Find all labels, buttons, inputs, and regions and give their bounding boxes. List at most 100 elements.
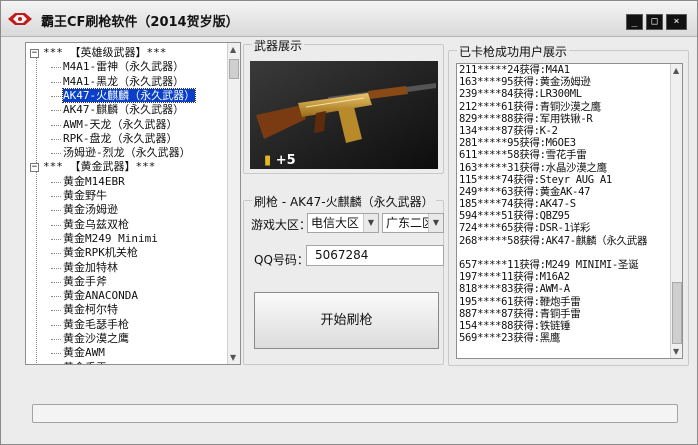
weapon-image: ▮ +5 [250,61,438,169]
chevron-down-icon[interactable]: ▼ [363,214,378,232]
log-scroll-thumb[interactable] [672,282,682,344]
collapse-icon[interactable]: − [30,163,39,173]
log-scrollbar[interactable]: ▲ ▼ [670,64,682,358]
log-line: 195****61获得:鞭炮手雷 [459,295,581,308]
scroll-down-icon[interactable]: ▼ [230,353,236,362]
log-line: 611*****58获得:雪花手雷 [459,149,587,162]
chevron-down-icon[interactable]: ▼ [428,214,443,232]
tree-item[interactable]: M4A1-雷神（永久武器） [50,60,185,74]
tree-item[interactable]: AWM-天龙（永久武器） [51,118,178,132]
tree-item-label: 黄金加特林 [63,260,118,274]
tree-item[interactable]: M4A1-黑龙（永久武器） [50,74,185,89]
tree-item[interactable]: 汤姆逊-烈龙（永久武器） [51,146,191,160]
weapon-display-group: 武器展示 ▮ +5 [243,37,444,174]
tree-item-label: RPK-盘龙（永久武器） [63,131,178,145]
tree-item[interactable]: 黄金柯尔特 [51,303,118,317]
log-line: 163*****31获得:水晶沙漠之鹰 [459,161,607,174]
log-line: 163****95获得:黄金汤姆逊 [459,76,591,89]
tree-item-label: 黄金柯尔特 [63,303,118,317]
log-line: 569****23获得:黑鹰 [459,332,561,345]
tree-guide-line [36,53,37,363]
tree-category[interactable]: − *** 【英雄级武器】*** [30,46,166,60]
region-select[interactable]: 电信大区 ▼ [307,213,379,233]
title-bar[interactable]: 霸王CF刷枪软件（2014贺岁版） _ □ × [1,1,697,37]
tree-scroll-thumb[interactable] [229,59,239,79]
tree-item-label: 黄金野牛 [63,189,107,202]
region-value: 电信大区 [311,216,360,230]
log-line: 281*****95获得:M6OE3 [459,137,576,150]
log-line: 211*****24获得:M4A1 [459,64,570,76]
tree-item[interactable]: 黄金毛瑟手枪 [51,317,129,332]
tree-item-label: 黄金M14EBR [63,174,125,188]
scroll-down-icon[interactable]: ▼ [673,347,679,356]
tree-item[interactable]: 黄金手斧 [51,274,107,289]
weapon-tree[interactable]: − *** 【英雄级武器】*** M4A1-雷神（永久武器） M4A1-黑龙（永久武器… [25,42,241,365]
tree-category-label: *** 【英雄级武器】*** [43,46,167,59]
bullet-icon: ▮ [264,153,272,168]
tree-item[interactable]: 黄金手雷 [63,361,107,364]
weapon-display-title: 武器展示 [252,37,305,54]
tree-item-label: M4A1-雷神（永久武器） [63,60,185,74]
log-line: 249****63获得:黄金AK-47 [459,185,591,198]
tree-item[interactable]: RPK-盘龙（永久武器） [51,131,178,146]
tree-item[interactable]: 黄金RPK机关枪 [51,246,138,260]
tree-item-label: 黄金毛瑟手枪 [63,317,129,331]
tree-item-label: 黄金ANACONDA [63,289,138,303]
tree-item-label: M4A1-黑龙（永久武器） [63,74,185,88]
app-logo-icon [8,13,32,25]
log-line: 818****83获得:AWM-A [459,283,570,296]
log-line: 829****88获得:军用铁锹-R [459,112,593,125]
log-line: 197****11获得:M16A2 [459,271,570,284]
tree-item[interactable]: 黄金野牛 [51,189,107,203]
qq-label: QQ号码： [254,253,309,267]
minimize-button[interactable]: _ [626,14,643,30]
tree-scrollbar[interactable]: ▲ ▼ [227,43,240,364]
log-line: 239****84获得:LR300ML [459,88,582,101]
server-select[interactable]: 广东二区 ▼ [382,213,444,233]
start-button[interactable]: 开始刷枪 [254,292,439,349]
tree-item[interactable]: AK47-火麒麟（永久武器） [50,87,197,103]
window-controls: _ □ × [626,14,687,30]
server-value: 广东二区 [386,216,435,230]
tree-category[interactable]: − *** 【黄金武器】*** [30,160,155,174]
tree-item[interactable]: AK47-麒麟（永久武器） [50,103,185,117]
log-line: 115****74获得:Steyr AUG A1 [459,173,612,186]
tree-item-label: AK47-麒麟（永久武器） [63,103,185,117]
tree-item[interactable]: 黄金M249 Minimi [51,231,158,246]
log-line: 268*****58获得:AK47-麒麟（永久武器 [459,234,648,247]
log-title: 已卡枪成功用户展示 [457,43,570,60]
tree-item-label: 黄金乌兹双枪 [63,217,129,231]
log-line: 724****65获得:DSR-1详彩 [459,222,591,235]
tree-item[interactable]: 黄金乌兹双枪 [51,217,129,232]
region-label: 游戏大区： [251,218,312,232]
tree-item[interactable]: 黄金ANACONDA [51,289,138,303]
tree-item-label: 黄金手雷 [63,361,107,364]
tree-item-label: 黄金手斧 [63,274,107,288]
progress-bar [32,404,678,423]
tree-item[interactable]: 黄金汤姆逊 [51,203,118,217]
scroll-up-icon[interactable]: ▲ [673,66,679,75]
collapse-icon[interactable]: − [30,49,39,58]
log-line: 134****87获得:K-2 [459,124,558,137]
success-log[interactable]: 211*****24获得:M4A1 163****95获得:黄金汤姆逊 239***… [456,63,683,359]
log-line: 657*****11获得:M249 MINIMI-圣诞 [459,259,639,271]
tree-item[interactable]: 黄金M14EBR [51,174,125,189]
tree-item[interactable]: 黄金沙漠之鹰 [51,332,129,346]
app-window: 霸王CF刷枪软件（2014贺岁版） _ □ × − *** 【英雄级武器】*** M… [0,0,698,445]
maximize-button[interactable]: □ [646,14,663,30]
window-title: 霸王CF刷枪软件（2014贺岁版） [41,15,239,30]
log-line: 185****74获得:AK47-S [459,198,576,211]
tree-item-label: 汤姆逊-烈龙（永久武器） [63,146,191,160]
upgrade-level-text: +5 [275,153,296,168]
log-line: 154****88获得:铁链锤 [459,319,571,332]
close-button[interactable]: × [666,14,687,30]
tree-item-label: 黄金AWM [63,346,105,360]
brush-title: 刷枪 - AK47-火麒麟（永久武器） [252,193,436,210]
scroll-up-icon[interactable]: ▲ [230,45,236,54]
qq-input[interactable]: 5067284 [306,245,444,266]
tree-item-label: AK47-火麒麟（永久武器） [61,87,197,103]
tree-item[interactable]: 黄金AWM [51,346,105,360]
tree-item-label: 黄金M249 Minimi [63,231,158,245]
tree-category-label: *** 【黄金武器】*** [43,160,156,174]
tree-item[interactable]: 黄金加特林 [51,260,118,275]
